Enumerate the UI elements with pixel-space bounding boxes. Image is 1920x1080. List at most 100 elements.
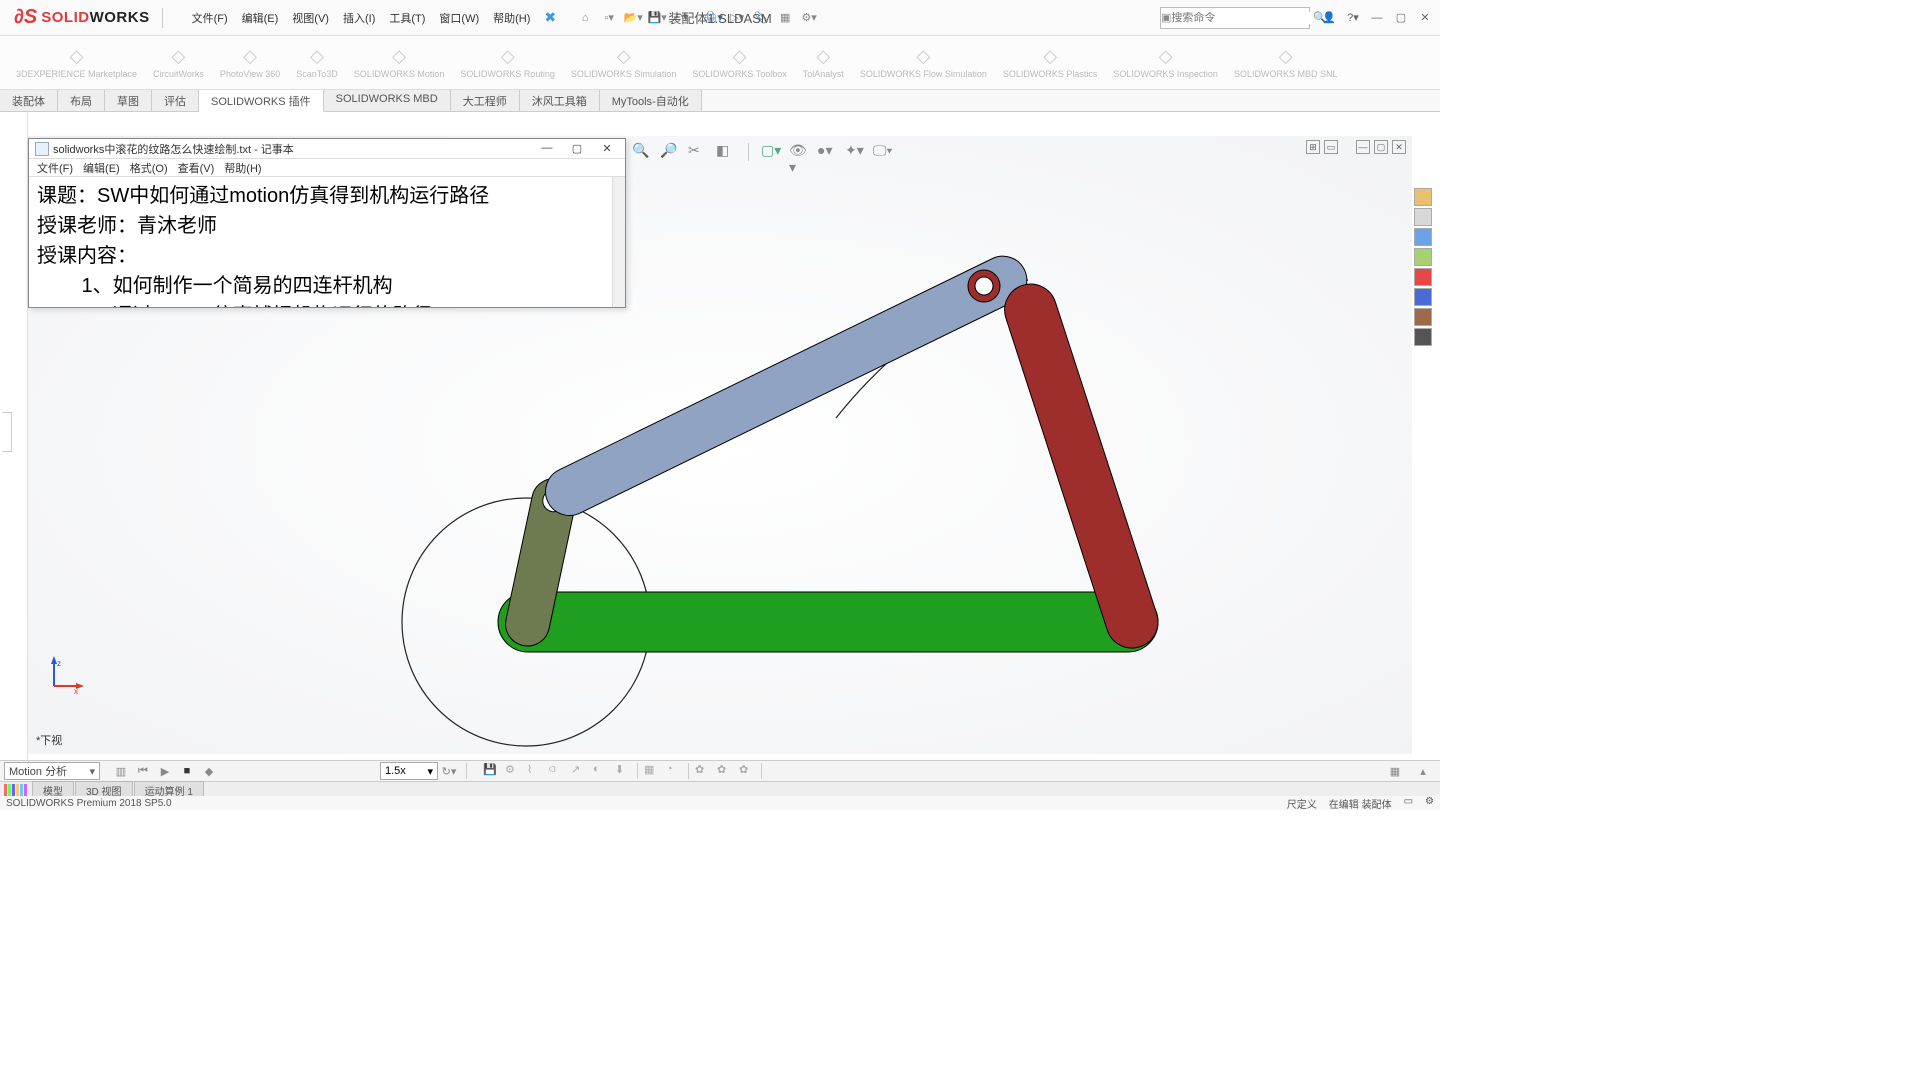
notepad-menu-file[interactable]: 文件(F): [37, 160, 73, 176]
damper-icon[interactable]: ⫏: [549, 763, 565, 779]
tab-assembly[interactable]: 装配体: [0, 90, 58, 111]
ribbon-motion[interactable]: ◇SOLIDWORKS Motion: [346, 38, 453, 87]
palette-swatch[interactable]: [1414, 188, 1432, 206]
timeline-collapse-icon[interactable]: ▦: [1386, 762, 1404, 780]
plot-icon[interactable]: ◔: [666, 763, 682, 779]
ribbon-mbd-snl[interactable]: ◇SOLIDWORKS MBD SNL: [1226, 38, 1346, 87]
palette-swatch[interactable]: [1414, 328, 1432, 346]
force-icon[interactable]: ↗: [571, 763, 587, 779]
ribbon-3dx[interactable]: ◇3DEXPERIENCE Marketplace: [8, 38, 145, 87]
notepad-text-area[interactable]: 课题：SW中如何通过motion仿真得到机构运行路径 授课老师：青沐老师 授课内…: [29, 177, 625, 307]
orientation-triad[interactable]: z x: [46, 654, 86, 694]
menu-edit[interactable]: 编辑(E): [236, 6, 285, 30]
menu-file[interactable]: 文件(F): [186, 6, 234, 30]
menu-view[interactable]: 视图(V): [286, 6, 335, 30]
motor-icon[interactable]: ⚙: [505, 763, 521, 779]
settings-icon[interactable]: ⚙▾: [798, 7, 820, 29]
hide-show-icon[interactable]: 👁▾: [789, 142, 809, 162]
settings1-icon[interactable]: ✿: [695, 763, 711, 779]
motion-study-type-dropdown[interactable]: Motion 分析▾: [4, 762, 100, 780]
spring-icon[interactable]: ⌇: [527, 763, 543, 779]
menu-window[interactable]: 窗口(W): [433, 6, 485, 30]
stop-icon[interactable]: ■: [178, 762, 196, 780]
feature-tree-collapsed[interactable]: [0, 112, 28, 760]
home-icon[interactable]: ⌂: [574, 7, 596, 29]
tab-mytools[interactable]: MyTools-自动化: [600, 90, 702, 111]
tab-mbd[interactable]: SOLIDWORKS MBD: [324, 90, 451, 111]
palette-swatch[interactable]: [1414, 228, 1432, 246]
settings2-icon[interactable]: ✿: [717, 763, 733, 779]
save-icon[interactable]: 💾▾: [646, 7, 668, 29]
calculate-icon[interactable]: ▥: [112, 762, 130, 780]
command-search[interactable]: ▣ 🔍: [1160, 7, 1310, 29]
ribbon-flow[interactable]: ◇SOLIDWORKS Flow Simulation: [852, 38, 995, 87]
ribbon-simulation[interactable]: ◇SOLIDWORKS Simulation: [563, 38, 685, 87]
ribbon-toolbox[interactable]: ◇SOLIDWORKS Toolbox: [684, 38, 794, 87]
palette-swatch[interactable]: [1414, 308, 1432, 326]
pin-icon[interactable]: ✖: [544, 9, 556, 26]
magnify-icon[interactable]: 🔎: [660, 142, 680, 162]
notepad-close-button[interactable]: ✕: [599, 142, 615, 155]
notepad-menu-help[interactable]: 帮助(H): [224, 160, 261, 176]
play-from-start-icon[interactable]: ⏮: [134, 762, 152, 780]
tab-engineer[interactable]: 大工程师: [451, 90, 520, 111]
ribbon-tolanalyst[interactable]: ◇TolAnalyst: [795, 38, 852, 87]
ribbon-routing[interactable]: ◇SOLIDWORKS Routing: [452, 38, 563, 87]
section-icon[interactable]: ✂: [688, 142, 708, 162]
ribbon-plastics[interactable]: ◇SOLIDWORKS Plastics: [995, 38, 1106, 87]
notepad-menu-format[interactable]: 格式(O): [130, 160, 168, 176]
contact-icon[interactable]: ◐: [593, 763, 609, 779]
select-icon[interactable]: ▦: [774, 7, 796, 29]
playback-slider-handle[interactable]: ◆: [200, 762, 218, 780]
palette-swatch[interactable]: [1414, 248, 1432, 266]
ribbon-photoview[interactable]: ◇PhotoView 360: [212, 38, 288, 87]
open-icon[interactable]: 📂▾: [622, 7, 644, 29]
notepad-titlebar[interactable]: solidworks中滚花的纹路怎么快速绘制.txt - 记事本 — ▢ ✕: [29, 139, 625, 159]
user-icon[interactable]: 👤: [1320, 9, 1338, 27]
results-icon[interactable]: ▦: [644, 763, 660, 779]
close-button[interactable]: ✕: [1416, 9, 1434, 27]
render-icon[interactable]: 🖵▾: [873, 142, 893, 162]
palette-swatch[interactable]: [1414, 288, 1432, 306]
timeline-expand-icon[interactable]: ▴: [1414, 762, 1432, 780]
menu-insert[interactable]: 插入(I): [337, 6, 381, 30]
minimize-button[interactable]: —: [1368, 9, 1386, 27]
notepad-menu-edit[interactable]: 编辑(E): [83, 160, 120, 176]
display-style-icon[interactable]: ▢▾: [761, 142, 781, 162]
palette-swatch[interactable]: [1414, 208, 1432, 226]
status-units-icon[interactable]: ▭: [1404, 796, 1413, 811]
menu-tools[interactable]: 工具(T): [383, 6, 431, 30]
status-options-icon[interactable]: ⚙: [1425, 796, 1434, 811]
tab-layout[interactable]: 布局: [58, 90, 105, 111]
playback-speed-dropdown[interactable]: 1.5x▾: [380, 762, 438, 780]
notepad-minimize-button[interactable]: —: [539, 142, 555, 155]
notepad-menu-view[interactable]: 查看(V): [178, 160, 215, 176]
menu-help[interactable]: 帮助(H): [487, 6, 536, 30]
maximize-button[interactable]: ▢: [1392, 9, 1410, 27]
tab-sketch[interactable]: 草图: [105, 90, 152, 111]
orientation-icon[interactable]: ◧: [716, 142, 736, 162]
zoom-fit-icon[interactable]: 🔍: [632, 142, 652, 162]
notepad-maximize-button[interactable]: ▢: [569, 142, 585, 155]
palette-swatch[interactable]: [1414, 268, 1432, 286]
loop-icon[interactable]: ↻▾: [440, 762, 458, 780]
panel-expand-handle[interactable]: [2, 412, 12, 452]
notepad-line: 授课老师：青沐老师: [37, 211, 617, 241]
new-icon[interactable]: ▫▾: [598, 7, 620, 29]
tab-addins[interactable]: SOLIDWORKS 插件: [199, 90, 324, 112]
search-input[interactable]: [1171, 12, 1313, 24]
search-scope-icon[interactable]: ▣: [1161, 11, 1171, 24]
play-icon[interactable]: ▶: [156, 762, 174, 780]
save-animation-icon[interactable]: 💾: [483, 763, 499, 779]
notepad-window[interactable]: solidworks中滚花的纹路怎么快速绘制.txt - 记事本 — ▢ ✕ 文…: [28, 138, 626, 308]
scene-icon[interactable]: ✦▾: [845, 142, 865, 162]
ribbon-inspection[interactable]: ◇SOLIDWORKS Inspection: [1105, 38, 1226, 87]
tab-mufeng[interactable]: 沐风工具箱: [520, 90, 600, 111]
gravity-icon[interactable]: ⬇: [615, 763, 631, 779]
settings3-icon[interactable]: ✿: [739, 763, 755, 779]
ribbon-circuitworks[interactable]: ◇CircuitWorks: [145, 38, 212, 87]
tab-evaluate[interactable]: 评估: [152, 90, 199, 111]
appearance-icon[interactable]: ●▾: [817, 142, 837, 162]
help-icon[interactable]: ?▾: [1344, 9, 1362, 27]
ribbon-scanto3d[interactable]: ◇ScanTo3D: [288, 38, 346, 87]
